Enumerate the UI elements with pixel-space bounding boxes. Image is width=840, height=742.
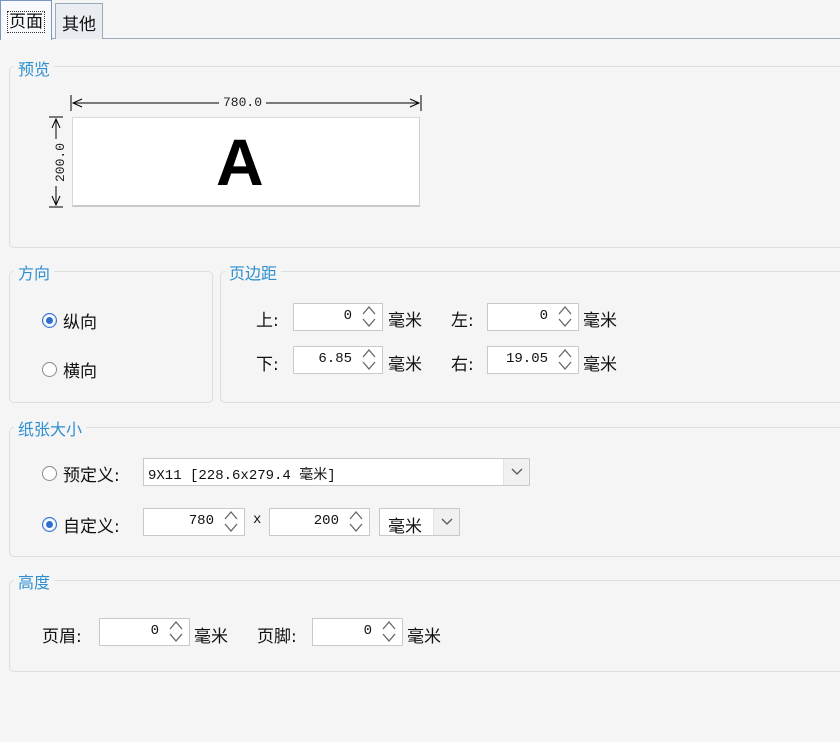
chevron-up-icon[interactable]	[348, 509, 364, 521]
tab-page[interactable]: 页面	[0, 0, 52, 40]
paper-predefined-radio[interactable]: 预定义:	[42, 461, 120, 486]
radio-checked-icon	[42, 517, 57, 532]
margin-bottom-input[interactable]: 6.85	[293, 346, 383, 374]
chevron-down-icon[interactable]	[361, 360, 377, 372]
margin-left-unit: 毫米	[583, 311, 617, 331]
chevron-down-icon[interactable]	[348, 522, 364, 534]
tab-bar: 页面 其他	[0, 0, 840, 40]
header-stepper[interactable]	[163, 619, 189, 645]
chevron-down-icon[interactable]	[223, 522, 239, 534]
footer-unit: 毫米	[407, 627, 441, 647]
tab-page-label: 页面	[7, 11, 45, 33]
margin-bottom-value: 6.85	[318, 351, 352, 367]
footer-value: 0	[363, 623, 372, 639]
paper-unit-value: 毫米	[388, 517, 422, 537]
chevron-down-icon[interactable]	[361, 317, 377, 329]
margin-left-stepper[interactable]	[552, 304, 578, 330]
paper-predefined-select[interactable]: 9X11 [228.6x279.4 毫米]	[143, 458, 530, 486]
footer-input[interactable]: 0	[312, 618, 403, 646]
paper-predefined-dropdown-button[interactable]	[503, 459, 529, 485]
footer-label: 页脚:	[257, 627, 297, 647]
orientation-landscape-label: 横向	[63, 362, 97, 382]
header-unit: 毫米	[194, 627, 228, 647]
paper-predefined-label: 预定义:	[63, 466, 120, 486]
margin-right-label: 右:	[451, 355, 474, 375]
paper-height-value: 200	[313, 513, 339, 529]
margins-legend: 页边距	[225, 260, 282, 284]
header-label: 页眉:	[42, 627, 82, 647]
orientation-portrait-radio[interactable]: 纵向	[42, 308, 97, 333]
tab-other-label: 其他	[62, 15, 96, 35]
paper-size-times: x	[253, 512, 262, 528]
margin-left-input[interactable]: 0	[487, 303, 579, 331]
radio-unchecked-icon	[42, 362, 57, 377]
footer-stepper[interactable]	[376, 619, 402, 645]
paper-unit-select[interactable]: 毫米	[379, 508, 460, 537]
radio-checked-icon	[42, 313, 57, 328]
margin-bottom-label: 下:	[256, 355, 279, 375]
margin-bottom-unit: 毫米	[388, 355, 422, 375]
paper-width-value: 780	[188, 513, 214, 529]
paper-width-input[interactable]: 780	[143, 508, 245, 536]
header-value: 0	[150, 623, 159, 639]
header-input[interactable]: 0	[99, 618, 190, 646]
margin-left-value: 0	[539, 308, 548, 324]
margin-top-value: 0	[343, 308, 352, 324]
tab-bar-divider	[0, 38, 840, 39]
orientation-legend: 方向	[14, 260, 55, 284]
margin-right-value: 19.05	[505, 351, 548, 367]
chevron-up-icon[interactable]	[557, 347, 573, 359]
margin-right-unit: 毫米	[583, 355, 617, 375]
margin-top-unit: 毫米	[388, 311, 422, 331]
paper-height-input[interactable]: 200	[269, 508, 370, 536]
preview-height-label: 200.0	[53, 138, 69, 187]
chevron-down-icon[interactable]	[168, 632, 184, 644]
chevron-down-icon[interactable]	[557, 317, 573, 329]
height-legend: 高度	[14, 569, 55, 593]
paper-height-stepper[interactable]	[343, 509, 369, 535]
chevron-down-icon	[511, 468, 523, 475]
chevron-up-icon[interactable]	[223, 509, 239, 521]
paper-unit-dropdown-button[interactable]	[433, 509, 459, 535]
margin-bottom-stepper[interactable]	[356, 347, 382, 373]
margin-right-input[interactable]: 19.05	[487, 346, 579, 374]
chevron-down-icon	[441, 518, 453, 525]
preview-legend: 预览	[14, 56, 55, 80]
chevron-up-icon[interactable]	[168, 619, 184, 631]
paper-custom-radio[interactable]: 自定义:	[42, 512, 120, 537]
chevron-up-icon[interactable]	[361, 347, 377, 359]
paper-size-legend: 纸张大小	[14, 416, 87, 440]
chevron-down-icon[interactable]	[381, 632, 397, 644]
chevron-up-icon[interactable]	[361, 304, 377, 316]
orientation-group	[9, 271, 213, 403]
preview-width-label: 780.0	[219, 95, 267, 110]
chevron-down-icon[interactable]	[557, 360, 573, 372]
margin-top-label: 上:	[256, 311, 279, 331]
orientation-landscape-radio[interactable]: 横向	[42, 357, 97, 382]
margin-left-label: 左:	[451, 311, 474, 331]
orientation-portrait-label: 纵向	[63, 313, 97, 333]
tab-other[interactable]: 其他	[55, 3, 103, 39]
paper-size-group	[9, 427, 840, 557]
margin-top-stepper[interactable]	[356, 304, 382, 330]
chevron-up-icon[interactable]	[381, 619, 397, 631]
chevron-up-icon[interactable]	[557, 304, 573, 316]
margin-right-stepper[interactable]	[552, 347, 578, 373]
margin-top-input[interactable]: 0	[293, 303, 383, 331]
paper-width-stepper[interactable]	[218, 509, 244, 535]
margins-group	[220, 271, 840, 403]
preview-letter: A	[216, 125, 264, 199]
radio-unchecked-icon	[42, 466, 57, 481]
paper-predefined-value: 9X11 [228.6x279.4 毫米]	[148, 468, 336, 484]
paper-custom-label: 自定义:	[63, 517, 120, 537]
